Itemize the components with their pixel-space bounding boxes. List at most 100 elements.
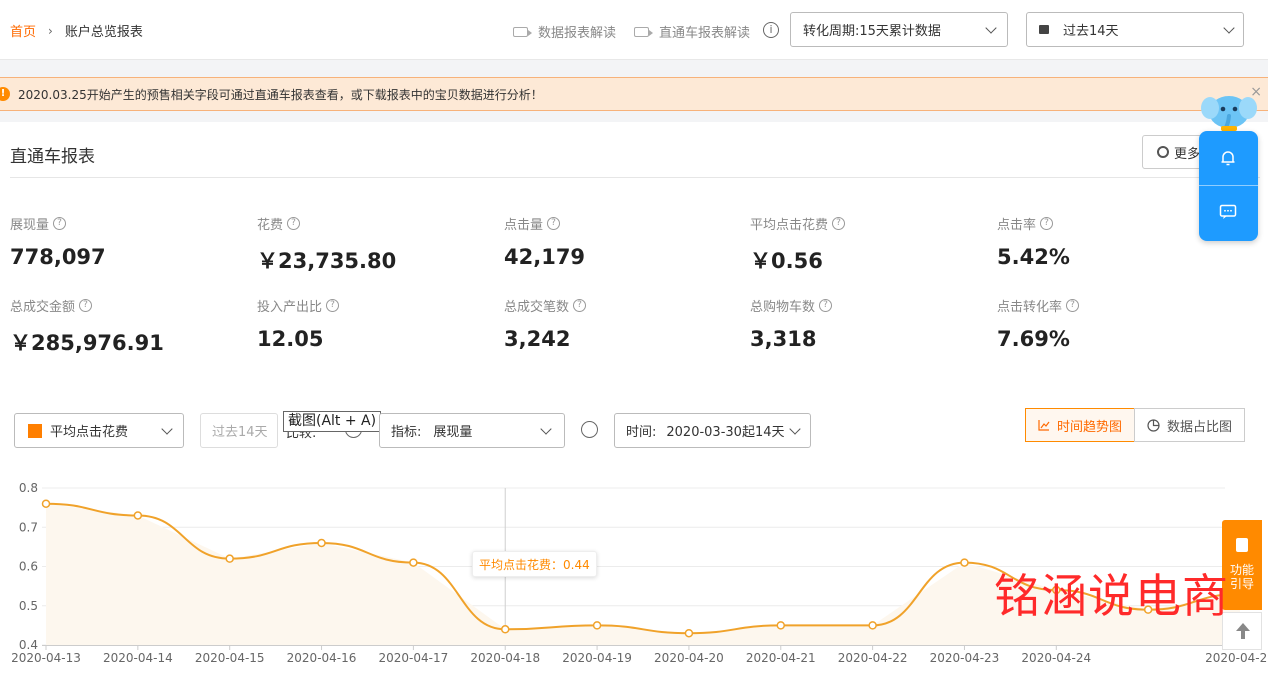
x-tick-label: 2020-04-20 bbox=[654, 651, 724, 665]
panel-title: 直通车报表 bbox=[10, 147, 95, 167]
x-tick-label: 2020-04-24 bbox=[1021, 651, 1091, 665]
conversion-period-select[interactable]: 转化周期:15天累计数据 bbox=[790, 12, 1008, 47]
help-icon[interactable]: ? bbox=[573, 299, 587, 312]
help-icon[interactable]: ? bbox=[326, 299, 340, 312]
indicator-value: 展现量 bbox=[433, 425, 473, 440]
x-tick-label: 2020-04-19 bbox=[562, 651, 632, 665]
chart-tooltip: 平均点击花费：0.44 bbox=[472, 551, 597, 577]
x-tick-label: 2020-04-14 bbox=[103, 651, 173, 665]
x-tick-label: 2020-04-23 bbox=[930, 651, 1000, 665]
metric-total-gmv: 总成交金额? ￥285,976.91 bbox=[10, 296, 164, 357]
x-tick-label: 2020-04-21 bbox=[746, 651, 816, 665]
date-range-select[interactable]: 过去14天 bbox=[1026, 12, 1244, 47]
metric-cart-adds: 总购物车数? 3,318 bbox=[750, 296, 833, 351]
arrow-up-stem bbox=[1241, 631, 1245, 639]
x-tick-label: 2020-04-15 bbox=[195, 651, 265, 665]
ztc-report-guide-link[interactable]: 直通车报表解读 bbox=[634, 22, 750, 41]
data-point bbox=[868, 621, 877, 630]
metric-label: 点击量 bbox=[504, 218, 544, 233]
data-point bbox=[133, 511, 143, 520]
chart-metric-value: 平均点击花费 bbox=[50, 425, 129, 440]
more-label: 更多 bbox=[1174, 146, 1201, 162]
video-icon bbox=[513, 26, 532, 37]
indicator-select[interactable]: 指标: 展现量 bbox=[379, 413, 565, 448]
time-select[interactable]: 时间: 2020-03-30起14天 bbox=[614, 413, 811, 448]
chevron-down-icon bbox=[789, 423, 801, 435]
notice-banner: ! 2020.03.25开始产生的预售相关字段可通过直通车报表查看，或下载报表中… bbox=[0, 77, 1268, 111]
metric-label: 总购物车数 bbox=[750, 300, 816, 315]
tab-time-trend[interactable]: 时间趋势图 bbox=[1025, 408, 1135, 442]
divider bbox=[1199, 185, 1258, 186]
tab-data-share[interactable]: 数据占比图 bbox=[1134, 408, 1245, 442]
data-point bbox=[409, 558, 418, 567]
data-point bbox=[684, 628, 694, 638]
range-button[interactable]: 过去14天 bbox=[200, 413, 278, 448]
indicator-radio[interactable] bbox=[581, 421, 598, 438]
metric-label: 花费 bbox=[257, 218, 284, 233]
range-button-label: 过去14天 bbox=[212, 425, 268, 440]
data-point bbox=[592, 621, 602, 630]
watermark-text: 铭涵说电商 bbox=[994, 569, 1229, 623]
chat-icon[interactable] bbox=[1219, 204, 1237, 220]
bell-icon[interactable] bbox=[1219, 149, 1237, 167]
metric-label: 投入产出比 bbox=[257, 300, 323, 315]
floating-service-panel bbox=[1199, 131, 1258, 241]
metric-value: 7.69% bbox=[997, 327, 1070, 351]
metric-value: ￥0.56 bbox=[750, 249, 823, 273]
x-tick-label: 2020-04-26 bbox=[1205, 651, 1268, 665]
data-point bbox=[317, 538, 326, 548]
y-tick-label: 0.4 bbox=[19, 638, 38, 652]
help-icon[interactable]: ? bbox=[547, 217, 561, 230]
metric-orders: 总成交笔数? 3,242 bbox=[504, 296, 587, 351]
elephant-mascot-icon bbox=[1201, 96, 1257, 132]
data-point bbox=[500, 625, 510, 634]
breadcrumb-home[interactable]: 首页 bbox=[10, 21, 36, 40]
info-icon[interactable]: i bbox=[763, 22, 779, 38]
metric-clicks: 点击量? 42,179 bbox=[504, 214, 585, 269]
screenshot-tooltip: 截图(Alt + A) bbox=[283, 411, 382, 432]
series-color-swatch bbox=[28, 423, 42, 438]
breadcrumb-separator: › bbox=[48, 23, 53, 38]
help-icon[interactable]: ? bbox=[1066, 299, 1080, 312]
line-chart-icon bbox=[1038, 420, 1050, 431]
notice-text: 2020.03.25开始产生的预售相关字段可通过直通车报表查看，或下载报表中的宝… bbox=[18, 87, 543, 102]
metric-label: 展现量 bbox=[10, 218, 50, 233]
metric-value: 5.42% bbox=[997, 245, 1070, 269]
x-tick-label: 2020-04-16 bbox=[287, 651, 357, 665]
arrow-up-icon bbox=[1236, 623, 1250, 631]
conversion-period-value: 转化周期:15天累计数据 bbox=[803, 24, 941, 39]
help-icon[interactable]: ? bbox=[819, 299, 833, 312]
data-point bbox=[960, 558, 969, 567]
data-report-guide-link[interactable]: 数据报表解读 bbox=[513, 22, 616, 41]
metric-value: 42,179 bbox=[504, 245, 586, 269]
document-icon bbox=[1236, 538, 1248, 552]
data-point bbox=[225, 554, 234, 563]
chevron-down-icon bbox=[161, 423, 173, 435]
top-bar: 首页 › 账户总览报表 数据报表解读 直通车报表解读 i 转化周期:15天累计数… bbox=[0, 0, 1268, 60]
indicator-label: 指标: bbox=[391, 425, 422, 440]
tab-time-trend-label: 时间趋势图 bbox=[1057, 419, 1123, 435]
warning-icon: ! bbox=[0, 87, 10, 101]
y-tick-label: 0.7 bbox=[19, 520, 38, 534]
help-icon[interactable]: ? bbox=[53, 217, 67, 230]
help-icon[interactable]: ? bbox=[832, 217, 846, 230]
help-icon[interactable]: ? bbox=[79, 299, 93, 312]
metric-label: 点击率 bbox=[997, 218, 1037, 233]
metric-cost: 花费? ￥23,735.80 bbox=[257, 214, 396, 275]
chevron-down-icon bbox=[540, 423, 552, 435]
data-point bbox=[776, 621, 786, 630]
time-label: 时间: bbox=[626, 425, 657, 440]
help-icon[interactable]: ? bbox=[1040, 217, 1054, 230]
metric-roi: 投入产出比? 12.05 bbox=[257, 296, 340, 351]
metric-ctr: 点击率? 5.42% bbox=[997, 214, 1070, 269]
metric-label: 总成交金额 bbox=[10, 300, 76, 315]
chart-metric-select[interactable]: 平均点击花费 bbox=[14, 413, 184, 448]
metric-label: 平均点击花费 bbox=[750, 218, 829, 233]
x-tick-label: 2020-04-17 bbox=[379, 651, 449, 665]
x-tick-label: 2020-04-22 bbox=[838, 651, 908, 665]
gear-icon bbox=[1157, 146, 1169, 158]
metric-value: ￥23,735.80 bbox=[257, 249, 397, 273]
metric-label: 点击转化率 bbox=[997, 300, 1063, 315]
help-icon[interactable]: ? bbox=[287, 217, 301, 230]
metric-avg-cpc: 平均点击花费? ￥0.56 bbox=[750, 214, 846, 275]
